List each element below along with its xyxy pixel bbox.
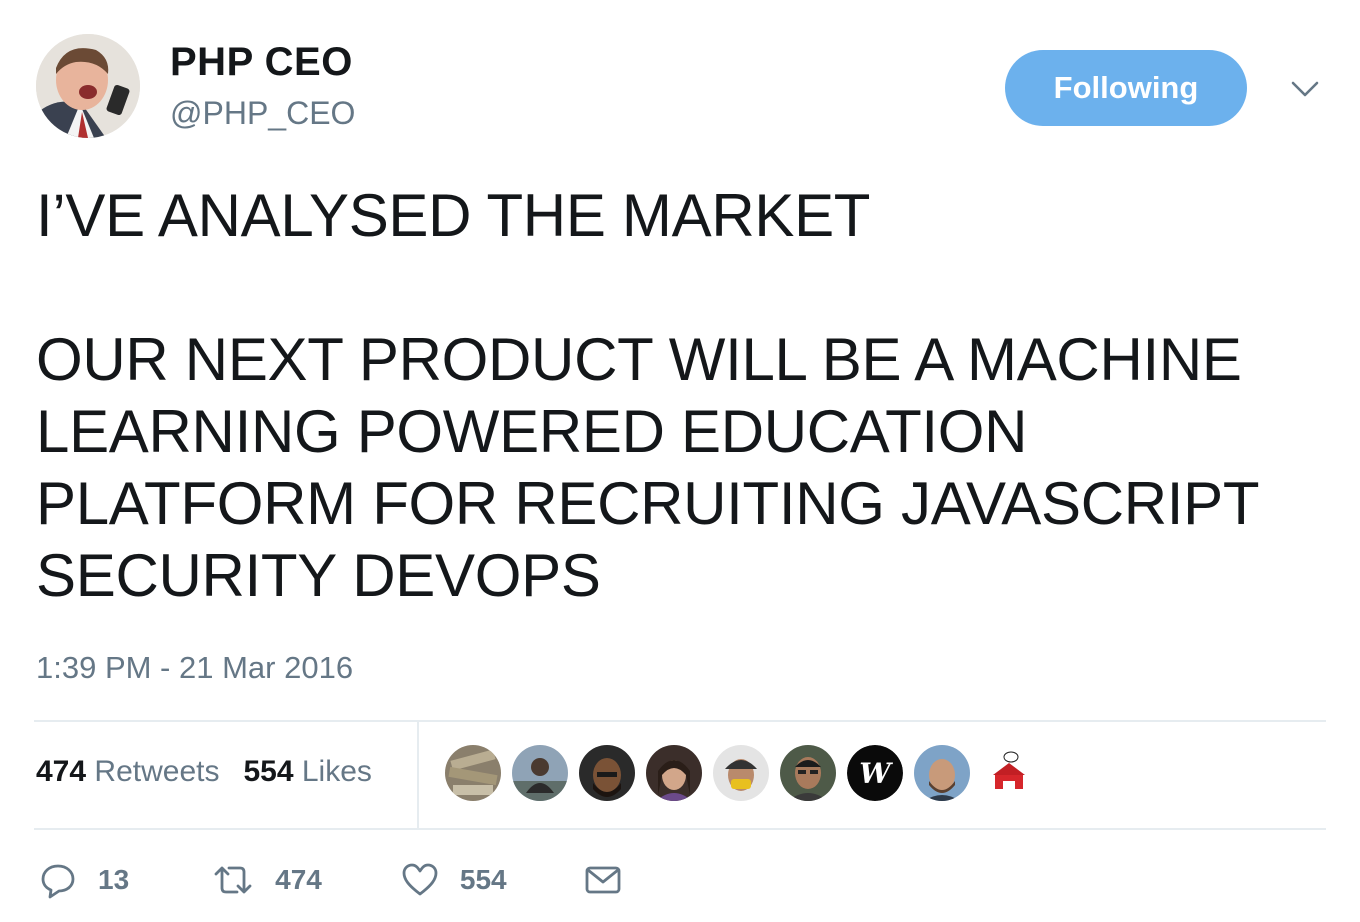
reply-icon xyxy=(41,864,75,899)
retweet-button[interactable]: 474 xyxy=(211,860,322,900)
user-handle[interactable]: @PHP_CEO xyxy=(170,95,355,132)
envelope-icon xyxy=(585,866,620,894)
liker-avatar-5[interactable] xyxy=(713,745,769,801)
like-count: 554 xyxy=(459,864,507,895)
liker-avatar-9[interactable] xyxy=(981,745,1037,801)
likes-label: Likes xyxy=(301,755,372,788)
divider-bottom xyxy=(34,828,1326,830)
liker-avatar-1[interactable] xyxy=(445,745,501,801)
retweets-label: Retweets xyxy=(94,755,220,788)
retweets-stat[interactable]: 474 Retweets xyxy=(36,755,219,789)
retweets-count: 474 xyxy=(36,755,87,788)
liker-avatar-7[interactable]: W xyxy=(847,745,903,801)
chevron-down-icon[interactable] xyxy=(1287,74,1323,104)
liker-avatars: W xyxy=(445,745,1037,801)
divider-top xyxy=(34,720,1326,722)
direct-message-button[interactable] xyxy=(583,860,623,900)
following-button[interactable]: Following xyxy=(1005,50,1247,126)
heart-icon xyxy=(402,863,438,896)
liker-avatar-4[interactable] xyxy=(646,745,702,801)
likes-stat[interactable]: 554 Likes xyxy=(243,755,371,789)
reply-button[interactable]: 13 xyxy=(38,860,129,900)
likes-count: 554 xyxy=(243,755,294,788)
liker-avatar-8[interactable] xyxy=(914,745,970,801)
avatar-image xyxy=(36,34,140,138)
retweet-count: 474 xyxy=(275,864,322,895)
reply-count: 13 xyxy=(98,864,130,895)
liker-avatar-2[interactable] xyxy=(512,745,568,801)
liker-avatar-3[interactable] xyxy=(579,745,635,801)
tweet-text: I’VE ANALYSED THE MARKET OUR NEXT PRODUC… xyxy=(36,182,1259,609)
tweet-timestamp[interactable]: 1:39 PM - 21 Mar 2016 xyxy=(36,650,353,686)
liker-avatar-6[interactable] xyxy=(780,745,836,801)
liker-7-letter: W xyxy=(859,757,893,790)
tweet-stats: 474 Retweets 554 Likes xyxy=(36,755,372,789)
tweet-actions: 13 474 554 xyxy=(38,860,623,900)
retweet-icon xyxy=(214,866,252,894)
profile-avatar[interactable] xyxy=(36,34,140,138)
like-button[interactable]: 554 xyxy=(400,860,507,900)
user-name[interactable]: PHP CEO xyxy=(170,40,353,85)
stats-divider xyxy=(417,722,419,830)
